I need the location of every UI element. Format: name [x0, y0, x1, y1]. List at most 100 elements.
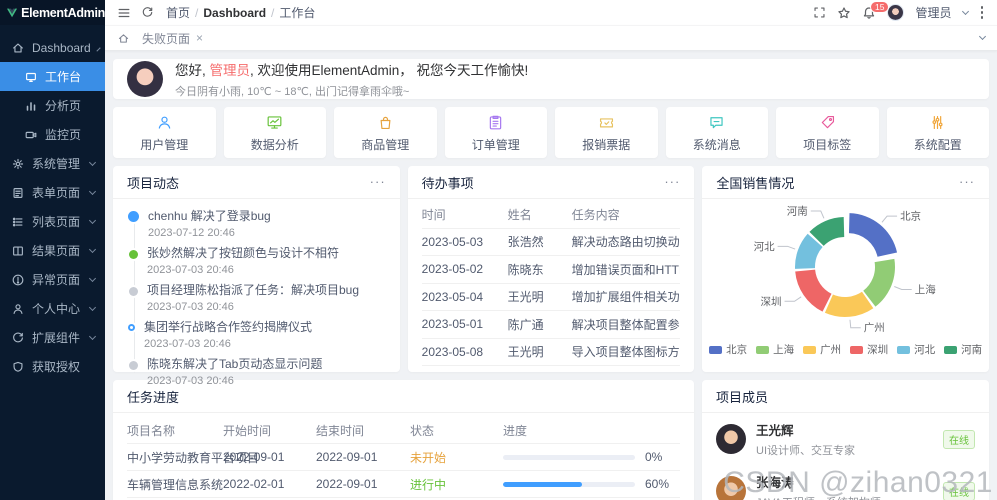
quick-card-invoice[interactable]: 报销票据 [555, 107, 658, 158]
quick-card-label: 报销票据 [582, 136, 630, 153]
more-menu-button[interactable] [979, 5, 986, 20]
welcome-avatar [127, 61, 163, 97]
quick-card-label: 项目标签 [803, 136, 851, 153]
more-button[interactable]: ··· [370, 177, 386, 187]
progress-bar [503, 482, 582, 487]
config-icon [928, 113, 947, 132]
weather-text: 今日阴有小雨, 10℃ ~ 18℃, 出门记得拿雨伞哦~ [175, 83, 528, 99]
close-icon[interactable]: × [196, 31, 203, 45]
table-row: 2023-05-04王光明增加扩展组件相关功能 [422, 284, 681, 312]
goods-icon [376, 113, 395, 132]
breadcrumb-dashboard[interactable]: Dashboard [203, 6, 266, 20]
sidebar-item-label: Dashboard [32, 41, 91, 55]
logo-text: ElementAdmin [21, 6, 105, 20]
member-avatar [716, 476, 746, 500]
result-icon [11, 244, 25, 258]
fullscreen-icon[interactable] [813, 6, 826, 19]
table-row: 2023-05-01陈广通解决项目整体配置参数设置 [422, 311, 681, 339]
sidebar-item-extension[interactable]: 扩展组件 [0, 323, 105, 352]
refresh-icon[interactable] [141, 6, 154, 19]
tab-failed-page[interactable]: 失败页面 × [142, 30, 203, 47]
activity-time: 2023-07-12 20:46 [148, 227, 271, 239]
panel-title: 待办事项 [422, 173, 474, 192]
svg-text:北京: 北京 [900, 210, 921, 223]
sidebar-item-analysis[interactable]: 分析页 [0, 91, 105, 120]
sidebar-item-exception[interactable]: 异常页面 [0, 265, 105, 294]
legend-item[interactable]: 广州 [803, 342, 841, 357]
sidebar-item-monitor[interactable]: 监控页 [0, 120, 105, 149]
quick-card-analysis[interactable]: 数据分析 [224, 107, 327, 158]
star-icon[interactable] [837, 6, 851, 20]
quick-card-tags[interactable]: 项目标签 [776, 107, 879, 158]
message-icon [707, 113, 726, 132]
svg-text:广州: 广州 [864, 322, 885, 334]
sidebar-item-label: 监控页 [45, 126, 81, 143]
quick-card-messages[interactable]: 系统消息 [666, 107, 769, 158]
hamburger-icon[interactable] [117, 6, 131, 20]
legend-item[interactable]: 河北 [897, 342, 935, 357]
chevron-down-icon [89, 245, 96, 252]
quick-card-label: 系统配置 [914, 136, 962, 153]
more-button[interactable]: ··· [664, 177, 680, 187]
home-icon[interactable] [117, 32, 130, 45]
bottom-row: 任务进度 项目名称开始时间结束时间状态进度 中小学劳动教育平台项目 2022-0… [113, 380, 989, 500]
quick-card-label: 用户管理 [140, 136, 188, 153]
quick-actions: 用户管理 数据分析 商品管理 订单管理 报销票据 [113, 107, 989, 158]
quick-card-users[interactable]: 用户管理 [113, 107, 216, 158]
breadcrumb-separator: / [271, 6, 274, 20]
legend-item[interactable]: 深圳 [850, 342, 888, 357]
sidebar-item-label: 分析页 [45, 97, 81, 114]
timeline-dot [129, 287, 138, 296]
legend-item[interactable]: 北京 [709, 342, 747, 357]
status-badge: 在线 [943, 482, 975, 500]
chevron-down-icon [89, 187, 96, 194]
activity-time: 2023-07-03 20:46 [147, 301, 359, 313]
chevron-down-icon[interactable] [961, 8, 968, 15]
sidebar-item-list[interactable]: 列表页面 [0, 207, 105, 236]
todo-panel: 待办事项 ··· 时间姓名任务内容 2023-05-03张浩然解决动态路由切换动… [408, 166, 695, 372]
activity-text: chenhu 解决了登录bug [148, 210, 271, 223]
tab-options-chevron-icon[interactable] [979, 33, 986, 40]
panel-title: 项目动态 [127, 173, 179, 192]
activity-item: 陈晓东解决了Tab页动态显示问题2023-07-03 20:46 [129, 358, 386, 387]
sidebar-item-label: 表单页面 [32, 184, 80, 201]
quick-card-orders[interactable]: 订单管理 [445, 107, 548, 158]
app-logo[interactable]: ElementAdmin [0, 0, 105, 25]
user-avatar[interactable] [887, 4, 904, 21]
quick-card-config[interactable]: 系统配置 [887, 107, 990, 158]
panel-title: 全国销售情况 [716, 173, 794, 192]
activity-time: 2023-07-03 20:46 [147, 264, 339, 276]
tab-label: 失败页面 [142, 30, 190, 47]
topbar-actions: 15 管理员 [813, 4, 985, 21]
breadcrumb-home[interactable]: 首页 [166, 4, 190, 21]
legend-item[interactable]: 上海 [756, 342, 794, 357]
todo-table: 时间姓名任务内容 2023-05-03张浩然解决动态路由切换动画问题 2023-… [408, 199, 695, 366]
legend-item[interactable]: 河南 [944, 342, 982, 357]
home-icon [11, 41, 25, 55]
topbar: 首页 / Dashboard / 工作台 15 管理员 [105, 0, 997, 25]
sidebar-item-workbench[interactable]: 工作台 [0, 62, 105, 91]
sidebar-item-form[interactable]: 表单页面 [0, 178, 105, 207]
table-row: 2023-05-03张浩然解决动态路由切换动画问题 [422, 229, 681, 257]
more-button[interactable]: ··· [959, 177, 975, 187]
sidebar-item-license[interactable]: 获取授权 [0, 352, 105, 381]
notifications-button[interactable]: 15 [862, 6, 876, 20]
quick-card-label: 订单管理 [472, 136, 520, 153]
quick-card-label: 数据分析 [251, 136, 299, 153]
sidebar-item-result[interactable]: 结果页面 [0, 236, 105, 265]
chevron-up-icon [96, 47, 100, 51]
sidebar-item-label: 获取授权 [32, 358, 80, 375]
breadcrumb: 首页 / Dashboard / 工作台 [166, 4, 315, 21]
sidebar-item-system[interactable]: 系统管理 [0, 149, 105, 178]
welcome-greeting: 您好, 管理员, 欢迎使用ElementAdmin， 祝您今天工作愉快! [175, 59, 528, 79]
order-icon [486, 113, 505, 132]
sidebar-item-dashboard[interactable]: Dashboard [0, 33, 105, 62]
sidebar-item-profile[interactable]: 个人中心 [0, 294, 105, 323]
member-name: 张海涛 [756, 472, 881, 491]
sidebar: ElementAdmin Dashboard 工作台 分析页 监控页 [0, 0, 105, 500]
quick-card-goods[interactable]: 商品管理 [334, 107, 437, 158]
data-analysis-icon [265, 113, 284, 132]
username: 管理员 [915, 4, 951, 21]
main-column: 首页 / Dashboard / 工作台 15 管理员 [105, 0, 997, 500]
activity-item: 张妙然解决了按钮颜色与设计不相符2023-07-03 20:46 [129, 247, 386, 276]
